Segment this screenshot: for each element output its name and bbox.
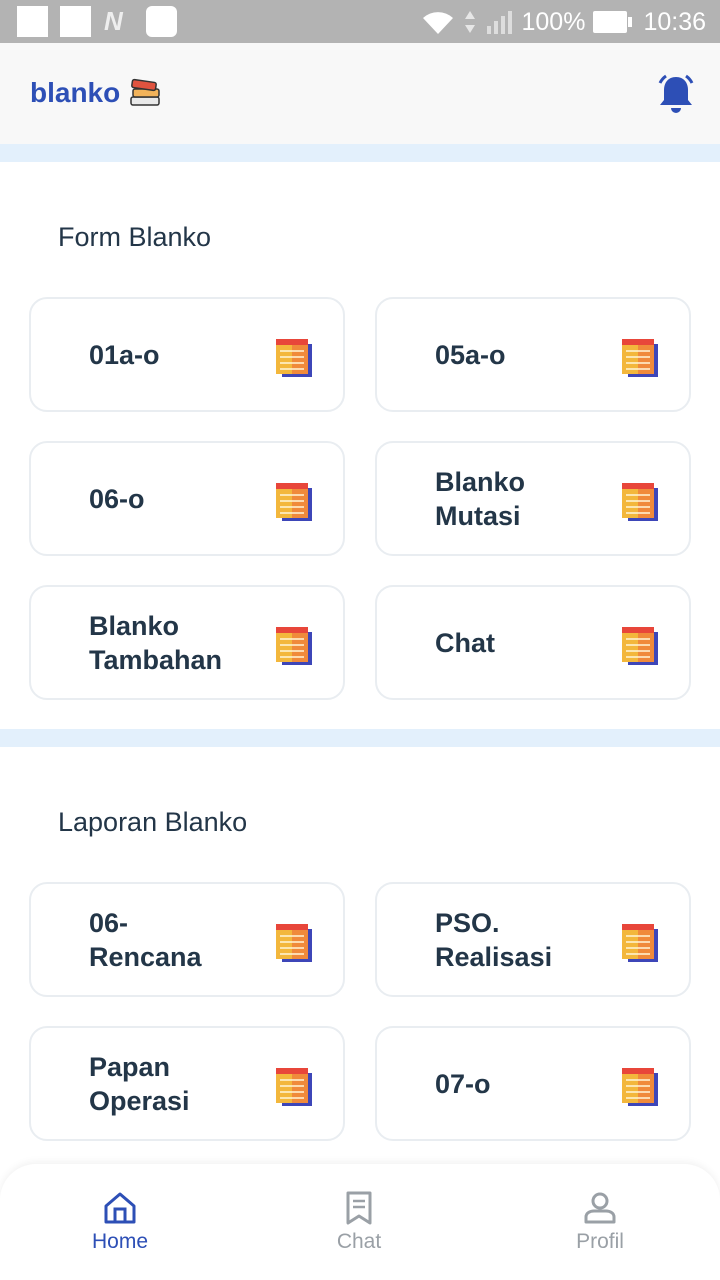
section-title-form-blanko: Form Blanko [58, 222, 212, 252]
notification-icon [146, 6, 177, 37]
card-label: Chat [435, 627, 495, 658]
card-label: Papan Operasi [89, 1051, 190, 1116]
wifi-icon [423, 12, 454, 34]
nav-chat[interactable]: Chat [299, 1190, 419, 1254]
card-label: Blanko Tambahan [89, 610, 223, 675]
notepad-icon [622, 483, 658, 521]
card-label: 05a-o [435, 339, 506, 370]
chat-icon [346, 1191, 372, 1225]
status-bar: N 100% 10:36 [0, 0, 720, 43]
app-bar: blanko [0, 43, 720, 144]
battery-icon [593, 11, 633, 33]
card-chat[interactable]: Chat [375, 585, 691, 700]
card-blanko-mutasi[interactable]: Blanko Mutasi [375, 441, 691, 556]
card-blanko-tambahan[interactable]: Blanko Tambahan [29, 585, 345, 700]
books-icon [130, 78, 160, 106]
notepad-icon [276, 483, 312, 521]
notepad-icon [622, 339, 658, 377]
section-title-laporan-blanko: Laporan Blanko [58, 807, 248, 837]
card-06-rencana[interactable]: 06-Rencana [29, 882, 345, 997]
nav-label: Chat [336, 1230, 382, 1253]
card-01a-o[interactable]: 01a-o [29, 297, 345, 412]
n-notification-icon: N [104, 6, 123, 36]
card-pso-realisasi[interactable]: PSO. Realisasi [375, 882, 691, 997]
notepad-icon [276, 627, 312, 665]
card-label: 06-Rencana [89, 907, 202, 972]
card-06-o[interactable]: 06-o [29, 441, 345, 556]
notepad-icon [622, 627, 658, 665]
card-label: PSO. Realisasi [435, 907, 553, 972]
home-icon [104, 1192, 136, 1224]
nav-label: Profil [576, 1230, 624, 1253]
nav-profil[interactable]: Profil [540, 1190, 660, 1254]
notification-icon [17, 6, 48, 37]
card-papan-operasi[interactable]: Papan Operasi [29, 1026, 345, 1141]
bottom-navigation: Home Chat Profil [0, 1164, 720, 1280]
notification-icon [60, 6, 91, 37]
card-05a-o[interactable]: 05a-o [375, 297, 691, 412]
app-logo: blanko [30, 77, 162, 109]
notepad-icon [276, 924, 312, 962]
card-label: Blanko Mutasi [435, 466, 526, 531]
profile-icon [584, 1192, 616, 1224]
notification-bell-icon[interactable] [656, 73, 696, 115]
card-07-o[interactable]: 07-o [375, 1026, 691, 1141]
signal-icon [487, 11, 513, 34]
nav-label: Home [91, 1230, 149, 1253]
card-label: 07-o [435, 1068, 491, 1099]
nav-home[interactable]: Home [60, 1190, 180, 1254]
battery-percent: 100% [521, 7, 586, 36]
clock: 10:36 [643, 7, 706, 36]
section-divider [0, 144, 720, 162]
brand-name: blanko [30, 77, 121, 108]
notepad-icon [276, 1068, 312, 1106]
notepad-icon [276, 339, 312, 377]
card-label: 01a-o [89, 339, 160, 370]
section-divider [0, 729, 720, 747]
data-arrows-icon [465, 11, 476, 33]
card-label: 06-o [89, 483, 145, 514]
notepad-icon [622, 1068, 658, 1106]
notepad-icon [622, 924, 658, 962]
